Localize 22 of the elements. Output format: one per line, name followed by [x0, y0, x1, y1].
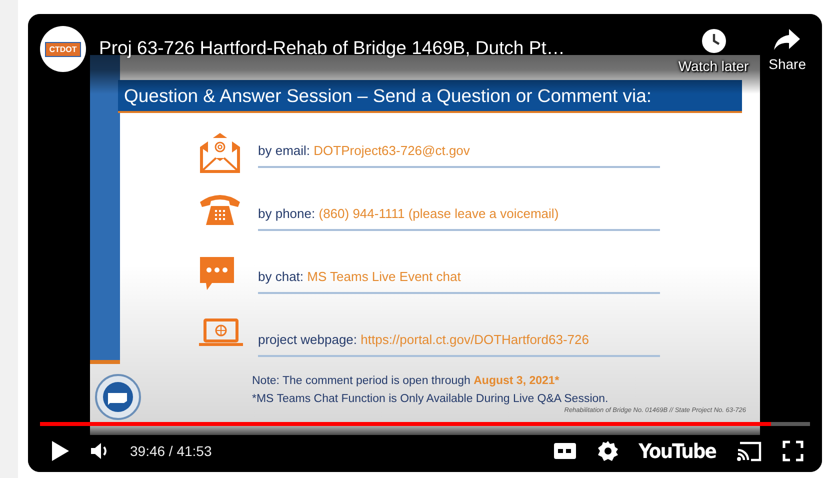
cast-button[interactable]	[736, 440, 762, 462]
share-arrow-icon	[773, 28, 802, 52]
video-title[interactable]: Proj 63-726 Hartford-Rehab of Bridge 1469B, Dutch Pt…	[99, 37, 674, 59]
settings-button[interactable]	[596, 440, 619, 462]
captions-button[interactable]	[552, 442, 577, 460]
clock-icon	[700, 28, 726, 54]
watch-later-button[interactable]: Watch later	[674, 26, 753, 76]
contact-text: by phone: (860) 944-1111 (please leave a voicemail)	[258, 206, 559, 221]
share-button[interactable]: Share	[764, 26, 810, 76]
laptop-globe-icon	[198, 318, 244, 348]
contact-text: project webpage: https://portal.ct.gov/DOTHartford63-726	[258, 332, 589, 347]
footnote-text: *MS Teams Chat Function is Only Available During Live Q&A Session.	[252, 393, 610, 405]
youtube-logo-button[interactable]: YouTube	[638, 439, 716, 463]
phone-icon	[198, 192, 242, 226]
slide-heading: Question & Answer Session – Send a Question or Comment via:	[118, 80, 742, 113]
contact-text: by chat: MS Teams Live Event chat	[258, 269, 461, 284]
contact-text: by email: DOTProject63-726@ct.gov	[258, 143, 470, 158]
note-text: Note: The comment period is open through August 3, 2021*	[252, 375, 560, 387]
fullscreen-button[interactable]	[782, 440, 804, 462]
chat-bubble-icon	[198, 255, 236, 291]
time-display: 39:46 / 41:53	[130, 443, 212, 459]
play-button[interactable]	[50, 440, 70, 462]
